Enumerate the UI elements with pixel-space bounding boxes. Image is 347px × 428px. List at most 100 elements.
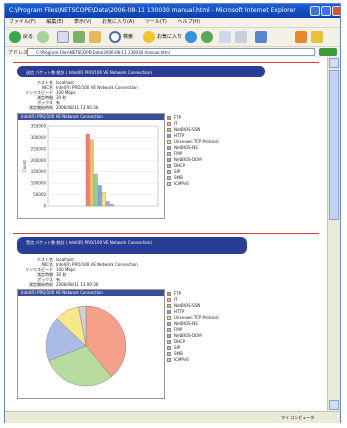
legend-swatch <box>167 304 171 308</box>
info-row: 測定開始時刻 2006/08/11 13:00:30 <box>17 105 138 110</box>
y-tick-label: 350000 <box>31 124 47 129</box>
title-bar: C:\Program Files\NETSCOPE\Data\2006-08-1… <box>5 4 340 18</box>
bar <box>101 192 106 207</box>
divider-line <box>13 62 319 63</box>
legend-swatch <box>167 152 171 156</box>
bar <box>97 185 102 207</box>
menu-bar: ファイル(F) 編集(E) 表示(V) お気に入り(A) ツール(T) ヘルプ(… <box>5 18 340 28</box>
edit-icon[interactable] <box>255 31 267 43</box>
mail-icon[interactable] <box>219 31 231 43</box>
menu-file[interactable]: ファイル(F) <box>9 19 36 25</box>
info-key: 測定開始時刻 <box>29 105 53 110</box>
bar <box>105 201 110 207</box>
legend-swatch <box>167 352 171 356</box>
info-value: 2006/08/11 13:00:30 <box>56 282 99 287</box>
y-tick-label: 200000 <box>31 158 47 163</box>
favorites-label[interactable]: お気に入り <box>157 33 182 40</box>
y-tick-label: 50000 <box>33 192 46 197</box>
legend-swatch <box>167 298 171 302</box>
legend-swatch <box>167 322 171 326</box>
print-icon[interactable] <box>235 31 247 43</box>
bar-chart-panel: Intel(R) PRO/100 VE Network Connection 3… <box>17 113 165 219</box>
close-button[interactable] <box>332 6 340 16</box>
legend-swatch <box>167 128 171 132</box>
legend-swatch <box>167 158 171 162</box>
legend-item: ICMPv6 <box>167 181 219 187</box>
home-icon[interactable] <box>89 31 101 43</box>
favorites-icon[interactable] <box>143 31 155 43</box>
history-icon[interactable] <box>201 31 213 43</box>
section1-info: ホスト名 localhost NIC名 Intel(R) PRO/100 VE Ne… <box>17 80 138 110</box>
page-content: 送信 パケット数 統計 ( Intel(R) PRO/100 VE Networ… <box>5 57 327 411</box>
bar <box>93 173 98 207</box>
legend-swatch <box>167 140 171 144</box>
legend-swatch <box>167 176 171 180</box>
menu-view[interactable]: 表示(V) <box>74 19 91 25</box>
legend-swatch <box>167 170 171 174</box>
toolbar: 戻る 検索 お気に入り <box>5 28 340 47</box>
search-label[interactable]: 検索 <box>123 33 133 40</box>
info-key: 測定開始時刻 <box>29 282 53 287</box>
minimize-button[interactable] <box>310 6 320 16</box>
menu-favorites[interactable]: お気に入り(A) <box>102 19 134 25</box>
scroll-thumb[interactable] <box>329 70 339 220</box>
legend-swatch <box>167 310 171 314</box>
legend-swatch <box>167 358 171 362</box>
browser-window: C:\Program Files\NETSCOPE\Data\2006-08-1… <box>4 3 341 423</box>
vertical-scrollbar[interactable] <box>327 57 340 411</box>
refresh-icon[interactable] <box>73 31 85 43</box>
legend-swatch <box>167 182 171 186</box>
search-icon[interactable] <box>109 31 121 43</box>
bar-chart: 350000 300000 250000 200000 150000 100000 5000… <box>22 124 159 209</box>
legend-swatch <box>167 146 171 150</box>
y-tick-label: 300000 <box>31 135 47 140</box>
legend-swatch <box>167 164 171 168</box>
back-label[interactable]: 戻る <box>23 33 33 40</box>
legend-swatch <box>167 328 171 332</box>
section2-banner: 受信 パケット数 統計 ( Intel(R) PRO/100 VE Networ… <box>17 237 247 254</box>
status-bar: マイ コンピュータ <box>5 411 340 423</box>
stop-icon[interactable] <box>57 31 69 43</box>
back-icon[interactable] <box>9 31 21 43</box>
pie-chart <box>45 305 127 387</box>
menu-help[interactable]: ヘルプ(H) <box>177 19 200 25</box>
menu-edit[interactable]: 編集(E) <box>46 19 63 25</box>
scroll-down-button[interactable] <box>329 400 339 410</box>
bar <box>85 133 90 207</box>
maximize-button[interactable] <box>321 6 331 16</box>
pie-chart-legend: FTP IT NetBIOS-SSN HTTP Unknown TCP Protocol… <box>167 291 219 363</box>
menu-tools[interactable]: ツール(T) <box>145 19 167 25</box>
status-zone: マイ コンピュータ <box>281 415 315 420</box>
y-axis-label: Count <box>22 160 27 172</box>
y-tick-label: 150000 <box>31 169 47 174</box>
go-button[interactable] <box>319 48 337 56</box>
bar-chart-legend: FTP IT NetBIOS-SSN HTTP Unknown TCP Protocol… <box>167 115 219 187</box>
y-tick-label: 100000 <box>31 181 47 186</box>
media-icon[interactable] <box>185 31 197 43</box>
legend-label: ICMPv6 <box>174 181 189 186</box>
legend-swatch <box>167 340 171 344</box>
legend-label: ICMPv6 <box>174 357 189 362</box>
legend-item: ICMPv6 <box>167 357 219 363</box>
legend-swatch <box>167 134 171 138</box>
legend-swatch <box>167 346 171 350</box>
info-row: 測定開始時刻 2006/08/11 13:00:30 <box>17 282 138 287</box>
bar <box>89 139 94 207</box>
info-value: 2006/08/11 13:00:30 <box>56 105 99 110</box>
forward-icon[interactable] <box>37 31 49 43</box>
scroll-up-button[interactable] <box>329 58 339 68</box>
legend-swatch <box>167 292 171 296</box>
bar <box>109 204 114 207</box>
pie-chart-panel: Intel(R) PRO/100 VE Network Connection <box>17 289 165 399</box>
divider-line <box>13 233 319 234</box>
section1-banner: 送信 パケット数 統計 ( Intel(R) PRO/100 VE Networ… <box>17 66 265 77</box>
folder-icon[interactable] <box>311 31 323 43</box>
window-title: C:\Program Files\NETSCOPE\Data\2006-08-1… <box>9 7 296 14</box>
y-tick-label: 0 <box>43 204 46 209</box>
messenger-icon[interactable] <box>295 31 307 43</box>
legend-swatch <box>167 316 171 320</box>
address-input[interactable]: C:\Program Files\NETSCOPE\Data\2006-08-1… <box>27 48 315 56</box>
legend-swatch <box>167 334 171 338</box>
legend-swatch <box>167 116 171 120</box>
legend-swatch <box>167 122 171 126</box>
